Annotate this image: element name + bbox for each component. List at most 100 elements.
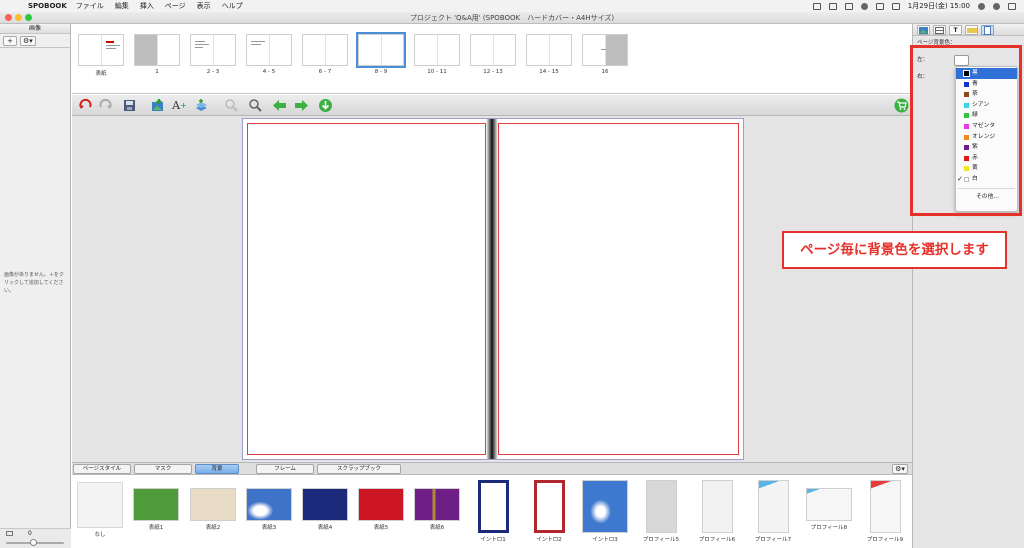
thumbnail-page-14-15[interactable]: 14 - 15	[524, 34, 574, 75]
inspector-text-tab-icon[interactable]: T	[949, 25, 962, 35]
swatch-label: プロフィール8	[810, 525, 848, 531]
zoom-window-icon[interactable]	[25, 14, 32, 21]
tab-background[interactable]: 背景	[195, 464, 239, 474]
thumbnail-page-6-7[interactable]: 6 - 7	[300, 34, 350, 75]
background-cover-1[interactable]: 表紙1	[133, 488, 179, 531]
menu-insert[interactable]: 挿入	[140, 1, 154, 11]
page-thumbnails: 表紙 1 2 - 3 4 - 5 6 - 7 8 - 9 10 - 11 12 …	[72, 24, 912, 94]
thumbnail-label: 16	[601, 69, 609, 75]
screen-icon[interactable]	[812, 2, 821, 10]
zoom-in-icon[interactable]	[248, 98, 263, 113]
menu-edit[interactable]: 編集	[115, 1, 129, 11]
background-profile-5[interactable]: プロフィール5	[638, 480, 684, 543]
wifi-icon[interactable]	[860, 2, 868, 10]
swatch-tile	[477, 480, 509, 533]
inspector-ruler-tab-icon[interactable]	[965, 25, 978, 35]
menu-view[interactable]: 表示	[197, 1, 211, 11]
background-intro-2[interactable]: イントロ2	[526, 480, 572, 543]
arrow-left-icon[interactable]	[272, 98, 287, 113]
tab-page-style[interactable]: ページスタイル	[73, 464, 131, 474]
display-icon[interactable]	[828, 2, 837, 10]
swatch-tile	[133, 488, 179, 521]
inspector-page-tab-icon[interactable]	[981, 25, 994, 35]
thumbnail-page-4-5[interactable]: 4 - 5	[244, 34, 294, 75]
swatch-tile	[358, 488, 404, 521]
swatch-tile	[582, 480, 628, 533]
redo-icon[interactable]	[98, 98, 113, 113]
thumbnail-page-12-13[interactable]: 12 - 13	[468, 34, 518, 75]
save-icon[interactable]	[122, 98, 137, 113]
swatch-tile	[302, 488, 348, 521]
bottom-gear-button[interactable]: ⚙▾	[892, 464, 908, 474]
background-cover-6[interactable]: 表紙6	[414, 488, 460, 531]
undo-icon[interactable]	[78, 98, 93, 113]
volume-icon[interactable]	[875, 2, 884, 10]
tab-mask[interactable]: マスク	[134, 464, 192, 474]
swatch-label: プロフィール9	[866, 537, 904, 543]
swatch-label: イントロ2	[536, 537, 562, 543]
close-window-icon[interactable]	[5, 14, 12, 21]
menu-help[interactable]: ヘルプ	[222, 1, 243, 11]
search-icon[interactable]	[978, 2, 985, 10]
zoom-slider-knob[interactable]	[30, 539, 37, 546]
background-profile-8[interactable]: プロフィール8	[806, 488, 852, 531]
add-image-button[interactable]: +	[3, 35, 17, 46]
thumbnail-page-8-9[interactable]: 8 - 9	[356, 32, 406, 75]
input-method-icon[interactable]	[891, 2, 900, 10]
inspector-layout-tab-icon[interactable]	[933, 25, 946, 35]
swatch-label: 表紙5	[373, 525, 389, 531]
background-cover-5[interactable]: 表紙5	[358, 488, 404, 531]
arrow-right-icon[interactable]	[294, 98, 309, 113]
background-intro-1[interactable]: イントロ1	[470, 480, 516, 543]
edit-toolbar: A +	[72, 95, 912, 116]
swatch-label: プロフィール5	[642, 537, 680, 543]
add-photo-icon[interactable]	[150, 98, 165, 113]
annotation-callout: ページ毎に背景色を選択します	[782, 231, 1007, 269]
add-text-icon[interactable]: A +	[172, 98, 187, 113]
background-cover-2[interactable]: 表紙2	[190, 488, 236, 531]
add-page-icon[interactable]	[194, 98, 209, 113]
thumbnail-page-16[interactable]: 16	[580, 34, 630, 75]
thumbnail-cover[interactable]: 表紙	[76, 34, 126, 77]
background-none[interactable]: なし	[77, 482, 123, 538]
page-spread[interactable]	[242, 118, 744, 460]
menu-app-name[interactable]: SPOBOOK	[28, 2, 67, 10]
notification-icon[interactable]	[1008, 2, 1016, 10]
window-titlebar: プロジェクト 'Q&A用' (SPOBOOK ハードカバー・A4Hサイズ)	[0, 12, 1024, 24]
thumbnail-label: 12 - 13	[483, 69, 503, 75]
swatch-label: イントロ3	[592, 537, 618, 543]
thumbnail-page-2-3[interactable]: 2 - 3	[188, 34, 238, 75]
tab-frame[interactable]: フレーム	[256, 464, 314, 474]
background-cover-3[interactable]: 表紙3	[246, 488, 292, 531]
thumbnail-label: 6 - 7	[318, 69, 332, 75]
swatch-label: 表紙1	[148, 525, 164, 531]
menubar-status: 1月29日(金) 15:00	[812, 0, 1016, 12]
background-profile-7[interactable]: プロフィール7	[750, 480, 796, 543]
background-profile-6[interactable]: プロフィール6	[694, 480, 740, 543]
swatch-tile	[869, 480, 901, 533]
thumbnail-label: 10 - 11	[427, 69, 447, 75]
tab-scrapbook[interactable]: スクラップブック	[317, 464, 401, 474]
images-gear-button[interactable]: ⚙▾	[20, 35, 36, 46]
airplay-icon[interactable]	[844, 2, 853, 10]
menu-file[interactable]: ファイル	[76, 1, 104, 11]
swatch-tile	[701, 480, 733, 533]
swatch-label: 表紙2	[205, 525, 221, 531]
thumbnail-zoom: 0	[0, 528, 71, 548]
minimize-window-icon[interactable]	[15, 14, 22, 21]
thumbnail-page-10-11[interactable]: 10 - 11	[412, 34, 462, 75]
background-cover-4[interactable]: 表紙4	[302, 488, 348, 531]
clock[interactable]: 1月29日(金) 15:00	[908, 1, 970, 11]
inspector-photo-tab-icon[interactable]	[917, 25, 930, 35]
zoom-out-icon[interactable]	[224, 98, 239, 113]
thumbnail-page-1[interactable]: 1	[132, 34, 182, 75]
menu-page[interactable]: ページ	[165, 1, 186, 11]
download-icon[interactable]	[318, 98, 333, 113]
menubar: SPOBOOK ファイル 編集 挿入 ページ 表示 ヘルプ 1月29日(金) 1…	[0, 0, 1024, 12]
user-icon[interactable]	[993, 2, 1000, 10]
cart-icon[interactable]	[894, 98, 909, 113]
background-profile-9[interactable]: プロフィール9	[862, 480, 908, 543]
swatch-label: 表紙6	[429, 525, 445, 531]
swatch-tile	[757, 480, 789, 533]
background-intro-3[interactable]: イントロ3	[582, 480, 628, 543]
